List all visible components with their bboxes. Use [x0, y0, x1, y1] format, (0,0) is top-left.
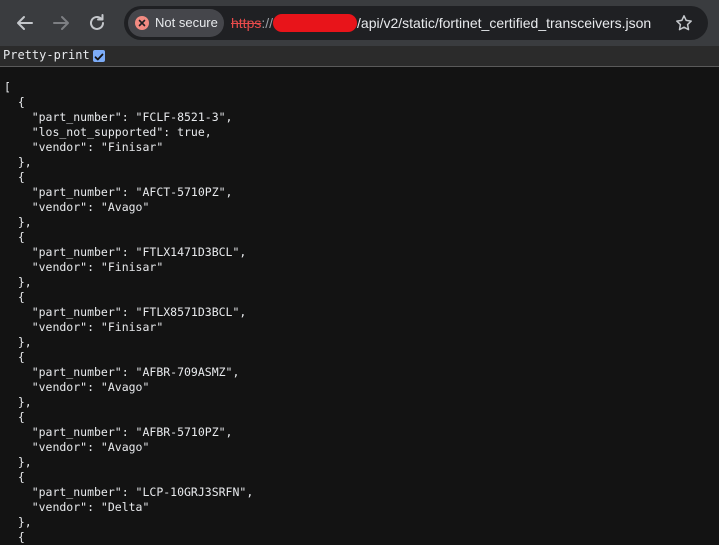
- json-line: "los_not_supported": true,: [4, 125, 212, 139]
- json-line: {: [4, 350, 25, 364]
- json-line: "vendor": "Finisar": [4, 140, 164, 154]
- json-line: "part_number": "FTLX8571D3BCL",: [4, 305, 247, 319]
- url-separator: ://: [261, 15, 274, 31]
- json-line: {: [4, 170, 25, 184]
- json-line: {: [4, 290, 25, 304]
- json-line: [: [4, 80, 11, 94]
- url-text[interactable]: https:// /api/v2/static/fortinet_certifie…: [231, 6, 651, 40]
- json-line: },: [4, 395, 32, 409]
- json-line: "part_number": "AFCT-5710PZ",: [4, 185, 233, 199]
- url-scheme: https: [231, 15, 262, 31]
- json-line: },: [4, 455, 32, 469]
- json-line: },: [4, 275, 32, 289]
- json-line: {: [4, 230, 25, 244]
- json-body: [ { "part_number": "FCLF-8521-3", "los_n…: [4, 80, 253, 545]
- json-line: "part_number": "FCLF-8521-3",: [4, 110, 233, 124]
- address-bar[interactable]: Not secure https:// /api/v2/static/fortin…: [124, 6, 708, 40]
- json-line: "vendor": "Avago": [4, 440, 150, 454]
- json-line: "vendor": "Avago": [4, 200, 150, 214]
- reload-icon[interactable]: [85, 11, 109, 35]
- json-line: "part_number": "FTLX1471D3BCL",: [4, 245, 247, 259]
- json-line: "part_number": "AFBR-5710PZ",: [4, 425, 233, 439]
- json-line: "vendor": "Finisar": [4, 320, 164, 334]
- json-line: },: [4, 155, 32, 169]
- json-line: "vendor": "Delta": [4, 500, 150, 514]
- forward-arrow-icon[interactable]: [49, 11, 73, 35]
- page-content: Pretty-print [ { "part_number": "FCLF-85…: [0, 46, 719, 544]
- json-line: "part_number": "LCP-10GRJ3SRFN",: [4, 485, 254, 499]
- json-line: {: [4, 410, 25, 424]
- json-line: },: [4, 335, 32, 349]
- json-line: "part_number": "AFBR-709ASMZ",: [4, 365, 240, 379]
- pretty-print-checkbox[interactable]: [93, 50, 105, 62]
- url-path: /api/v2/static/fortinet_certified_transc…: [357, 15, 652, 31]
- pretty-print-bar: Pretty-print: [0, 46, 719, 67]
- json-line: },: [4, 215, 32, 229]
- star-icon[interactable]: [675, 14, 693, 32]
- json-line: {: [4, 95, 25, 109]
- security-chip[interactable]: Not secure: [128, 9, 224, 37]
- redacted-host: [273, 14, 358, 32]
- security-label: Not secure: [155, 15, 218, 30]
- json-line: "vendor": "Avago": [4, 380, 150, 394]
- json-line: "vendor": "Finisar": [4, 260, 164, 274]
- json-line: },: [4, 515, 32, 529]
- pretty-print-label: Pretty-print: [3, 48, 90, 62]
- warning-icon: [135, 16, 149, 30]
- back-arrow-icon[interactable]: [13, 11, 37, 35]
- browser-toolbar: Not secure https:// /api/v2/static/fortin…: [0, 0, 719, 46]
- json-line: {: [4, 470, 25, 484]
